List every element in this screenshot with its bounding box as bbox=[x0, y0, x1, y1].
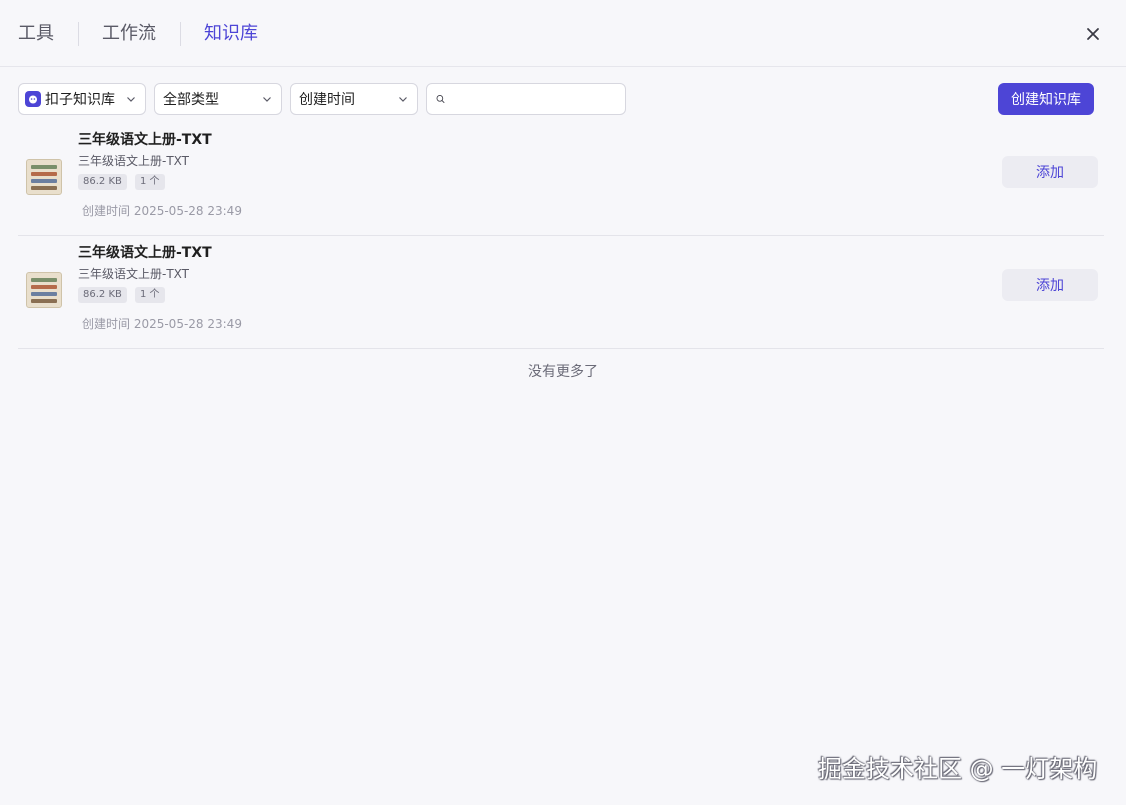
item-title: 三年级语文上册-TXT bbox=[78, 245, 212, 261]
size-badge: 86.2 KB bbox=[78, 174, 127, 190]
search-input[interactable] bbox=[445, 85, 625, 113]
item-created-time: 创建时间 2025-05-28 23:49 bbox=[82, 204, 242, 218]
tab-workflow[interactable]: 工作流 bbox=[102, 22, 156, 46]
search-icon bbox=[436, 95, 445, 103]
size-badge: 86.2 KB bbox=[78, 287, 127, 303]
tab-divider bbox=[180, 22, 181, 46]
count-badge: 1 个 bbox=[135, 287, 165, 303]
watermark: 掘金技术社区 @ 一灯架构 bbox=[818, 755, 1098, 783]
add-button[interactable]: 添加 bbox=[1002, 269, 1098, 301]
close-icon bbox=[1087, 28, 1099, 40]
dialog-header: 工具 工作流 知识库 bbox=[0, 0, 1126, 67]
list-item: 三年级语文上册-TXT 三年级语文上册-TXT 86.2 KB 1 个 创建时间… bbox=[18, 236, 1104, 349]
chevron-down-icon bbox=[127, 97, 135, 102]
knowledge-dialog: 工具 工作流 知识库 扣子知识库 全部类型 创建时间 创建知识库 三年级语文上册… bbox=[0, 0, 1126, 805]
search-box[interactable] bbox=[426, 83, 626, 115]
count-badge: 1 个 bbox=[135, 174, 165, 190]
type-select-value: 全部类型 bbox=[163, 92, 219, 108]
create-knowledge-button[interactable]: 创建知识库 bbox=[998, 83, 1094, 115]
tab-knowledge[interactable]: 知识库 bbox=[204, 22, 258, 46]
knowledge-library-icon bbox=[25, 91, 41, 107]
type-select[interactable]: 全部类型 bbox=[154, 83, 282, 115]
tab-divider bbox=[78, 22, 79, 46]
item-title: 三年级语文上册-TXT bbox=[78, 132, 212, 148]
tab-tools[interactable]: 工具 bbox=[18, 22, 54, 46]
chevron-down-icon bbox=[399, 97, 407, 102]
no-more-text: 没有更多了 bbox=[528, 364, 598, 380]
list-item: 三年级语文上册-TXT 三年级语文上册-TXT 86.2 KB 1 个 创建时间… bbox=[18, 123, 1104, 236]
item-description: 三年级语文上册-TXT bbox=[78, 154, 190, 168]
chevron-down-icon bbox=[263, 97, 271, 102]
sort-select-value: 创建时间 bbox=[299, 92, 355, 108]
book-thumbnail-icon bbox=[26, 272, 62, 308]
add-button[interactable]: 添加 bbox=[1002, 156, 1098, 188]
item-created-time: 创建时间 2025-05-28 23:49 bbox=[82, 317, 242, 331]
sort-select[interactable]: 创建时间 bbox=[290, 83, 418, 115]
library-select-value: 扣子知识库 bbox=[45, 92, 115, 108]
close-button[interactable] bbox=[1082, 23, 1104, 45]
item-description: 三年级语文上册-TXT bbox=[78, 267, 190, 281]
book-thumbnail-icon bbox=[26, 159, 62, 195]
library-select[interactable]: 扣子知识库 bbox=[18, 83, 146, 115]
